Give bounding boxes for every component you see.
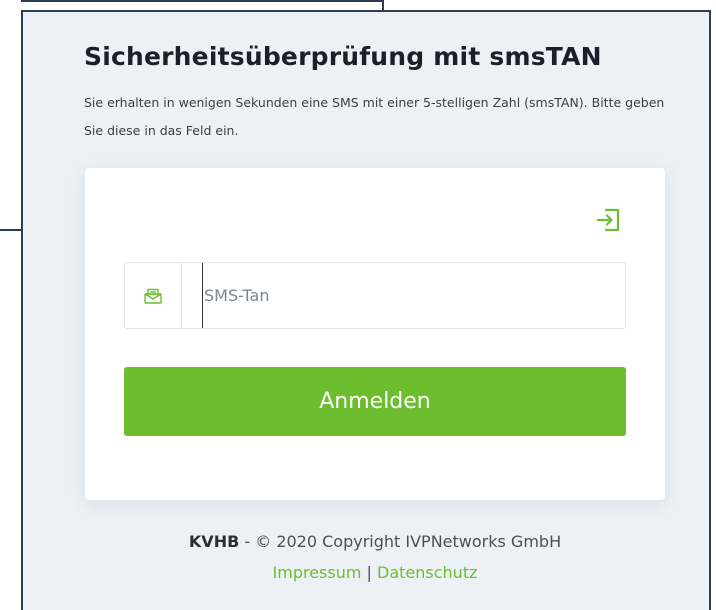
frame-line-bottom	[0, 229, 23, 231]
impressum-link[interactable]: Impressum	[273, 563, 362, 582]
page-description: Sie erhalten in wenigen Sekunden eine SM…	[84, 95, 665, 138]
frame-line-top	[21, 0, 384, 2]
footer-copyright-text: - © 2020 Copyright IVPNetworks GmbH	[239, 532, 562, 551]
footer-links: Impressum | Datenschutz	[0, 563, 716, 582]
footer-brand: KVHB	[188, 532, 240, 551]
sms-tan-input-group	[124, 262, 626, 329]
datenschutz-link[interactable]: Datenschutz	[377, 563, 477, 582]
footer-copyright: KVHB - © 2020 Copyright IVPNetworks GmbH	[0, 532, 716, 551]
login-arrow-icon[interactable]	[596, 207, 622, 233]
login-card	[85, 168, 665, 500]
sms-tan-input[interactable]	[202, 263, 625, 328]
login-button[interactable]: Anmelden	[124, 367, 626, 436]
sms-envelope-icon	[125, 263, 182, 328]
footer-separator: |	[361, 563, 378, 582]
page-title: Sicherheitsüberprüfung mit smsTAN	[84, 42, 602, 71]
